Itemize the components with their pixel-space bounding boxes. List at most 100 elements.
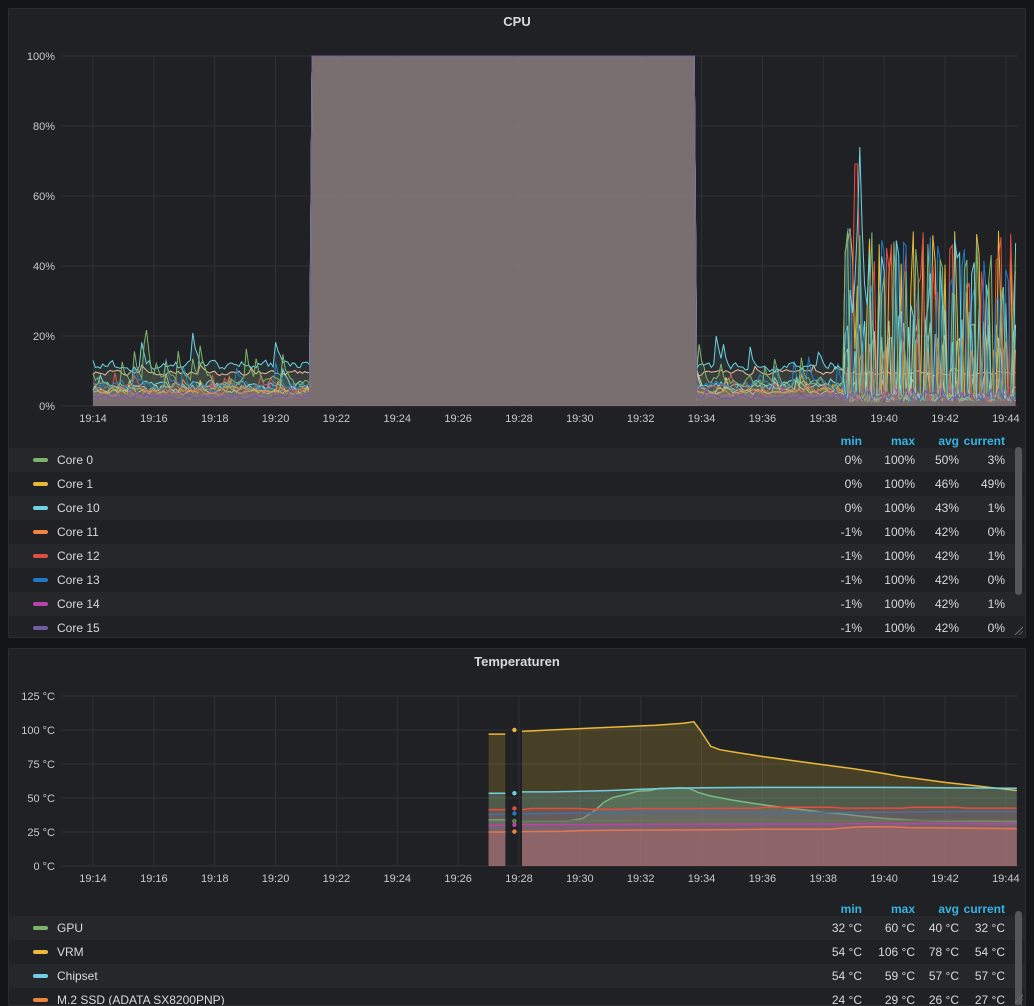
legend-row[interactable]: Core 0 0% 100% 50% 3% <box>9 448 1025 472</box>
legend-min-value: -1% <box>840 525 862 539</box>
legend-header-avg[interactable]: avg <box>915 902 959 916</box>
legend-min-value: -1% <box>840 549 862 563</box>
x-tick-label: 19:28 <box>505 873 533 885</box>
y-tick-label: 100% <box>27 51 55 63</box>
x-tick-label: 19:14 <box>79 413 107 425</box>
legend-header-min[interactable]: min <box>806 902 862 916</box>
legend-current-value: 0% <box>987 621 1005 635</box>
legend-max-value: 100% <box>884 597 915 611</box>
temp-panel-title[interactable]: Temperaturen <box>9 649 1025 675</box>
temp-legend-header: min max avg current <box>9 901 1025 916</box>
legend-max-value: 29 °C <box>884 993 915 1005</box>
legend-header-current[interactable]: current <box>959 902 1005 916</box>
x-tick-label: 19:40 <box>870 873 898 885</box>
legend-series-label[interactable]: Core 13 <box>57 573 100 587</box>
legend-max-value: 100% <box>884 477 915 491</box>
temp-legend-scrollbar-thumb[interactable] <box>1015 911 1022 1005</box>
series-color-marker <box>33 506 48 510</box>
series-color-marker <box>33 974 48 978</box>
legend-current-value: 49% <box>980 477 1005 491</box>
legend-avg-value: 42% <box>934 549 959 563</box>
legend-min-value: -1% <box>840 573 862 587</box>
legend-series-label[interactable]: Core 15 <box>57 621 100 635</box>
legend-avg-value: 40 °C <box>928 921 959 935</box>
legend-avg-value: 42% <box>934 525 959 539</box>
series-fill <box>488 825 506 866</box>
legend-avg-value: 46% <box>934 477 959 491</box>
legend-series-label[interactable]: Core 0 <box>57 453 93 467</box>
legend-max-value: 100% <box>884 525 915 539</box>
legend-row[interactable]: Core 10 0% 100% 43% 1% <box>9 496 1025 520</box>
legend-row[interactable]: Chipset 54 °C 59 °C 57 °C 57 °C <box>9 964 1025 988</box>
legend-series-label[interactable]: Core 12 <box>57 549 100 563</box>
legend-row[interactable]: M.2 SSD (ADATA SX8200PNP) 24 °C 29 °C 26 °C… <box>9 988 1025 1005</box>
legend-series-label[interactable]: VRM <box>57 945 84 959</box>
legend-avg-value: 42% <box>934 573 959 587</box>
x-tick-label: 19:18 <box>201 873 229 885</box>
series-color-marker <box>33 626 48 630</box>
x-tick-label: 19:26 <box>444 873 472 885</box>
legend-row[interactable]: Core 1 0% 100% 46% 49% <box>9 472 1025 496</box>
legend-header-max[interactable]: max <box>862 434 915 448</box>
x-tick-label: 19:44 <box>992 413 1020 425</box>
legend-row[interactable]: Core 14 -1% 100% 42% 1% <box>9 592 1025 616</box>
series-color-marker <box>33 998 48 1002</box>
y-tick-label: 50 °C <box>27 793 55 805</box>
temp-legend-rows: GPU 32 °C 60 °C 40 °C 32 °C VRM 54 °C 106 °C 78 … <box>9 916 1025 1005</box>
x-tick-label: 19:38 <box>809 413 837 425</box>
legend-series-label[interactable]: Chipset <box>57 969 98 983</box>
x-tick-label: 19:20 <box>262 873 290 885</box>
cpu-series-group <box>92 55 1017 406</box>
legend-series-label[interactable]: Core 10 <box>57 501 100 515</box>
series-color-marker <box>33 530 48 534</box>
legend-row[interactable]: GPU 32 °C 60 °C 40 °C 32 °C <box>9 916 1025 940</box>
x-tick-label: 19:24 <box>384 873 412 885</box>
x-tick-label: 19:34 <box>688 413 716 425</box>
legend-row[interactable]: Core 13 -1% 100% 42% 0% <box>9 568 1025 592</box>
x-tick-label: 19:18 <box>201 413 229 425</box>
legend-series-label[interactable]: Core 1 <box>57 477 93 491</box>
legend-min-value: 0% <box>844 477 862 491</box>
series-point-marker <box>512 806 517 811</box>
series-point-marker <box>512 818 517 824</box>
legend-series-label[interactable]: Core 14 <box>57 597 100 611</box>
legend-current-value: 1% <box>987 501 1005 515</box>
series-color-marker <box>33 458 48 462</box>
legend-current-value: 1% <box>987 549 1005 563</box>
legend-row[interactable]: Core 15 -1% 100% 42% 0% <box>9 616 1025 637</box>
legend-current-value: 27 °C <box>974 993 1005 1005</box>
legend-min-value: 32 °C <box>831 921 862 935</box>
x-tick-label: 19:34 <box>688 873 716 885</box>
series-color-marker <box>33 926 48 930</box>
legend-row[interactable]: VRM 54 °C 106 °C 78 °C 54 °C <box>9 940 1025 964</box>
legend-header-min[interactable]: min <box>806 434 862 448</box>
y-tick-label: 0% <box>39 401 55 413</box>
cpu-chart[interactable]: 0% 20% 40% 60% 80% 100% 19:14 19:16 19:18 19:20 19… <box>9 9 1025 433</box>
legend-series-label[interactable]: M.2 SSD (ADATA SX8200PNP) <box>57 993 225 1005</box>
y-tick-label: 25 °C <box>27 827 55 839</box>
legend-series-label[interactable]: GPU <box>57 921 83 935</box>
legend-row[interactable]: Core 11 -1% 100% 42% 0% <box>9 520 1025 544</box>
legend-header-avg[interactable]: avg <box>915 434 959 448</box>
legend-max-value: 100% <box>884 501 915 515</box>
legend-header-current[interactable]: current <box>959 434 1005 448</box>
x-tick-label: 19:28 <box>505 413 533 425</box>
cpu-legend-rows: Core 0 0% 100% 50% 3% Core 1 0% 100% 46% 49% Core … <box>9 448 1025 637</box>
legend-max-value: 106 °C <box>878 945 915 959</box>
y-tick-label: 40% <box>33 261 55 273</box>
series-point-marker <box>512 727 517 733</box>
panel-cpu: CPU 0% 20% 40% 60% 80% 100% 19:14 19:16 19:18 19:… <box>8 8 1026 638</box>
legend-current-value: 3% <box>987 453 1005 467</box>
legend-min-value: 54 °C <box>831 945 862 959</box>
y-tick-label: 125 °C <box>21 691 55 703</box>
legend-series-label[interactable]: Core 11 <box>57 525 99 539</box>
temperature-chart[interactable]: 0 °C 25 °C 50 °C 75 °C 100 °C 125 °C 19:14 19:1… <box>9 649 1025 899</box>
legend-max-value: 100% <box>884 621 915 635</box>
legend-row[interactable]: Core 12 -1% 100% 42% 1% <box>9 544 1025 568</box>
cpu-panel-title[interactable]: CPU <box>9 9 1025 35</box>
cpu-legend-scrollbar-thumb[interactable] <box>1015 447 1022 595</box>
legend-min-value: 54 °C <box>831 969 862 983</box>
series-color-marker <box>33 602 48 606</box>
legend-header-max[interactable]: max <box>862 902 915 916</box>
legend-current-value: 0% <box>987 525 1005 539</box>
